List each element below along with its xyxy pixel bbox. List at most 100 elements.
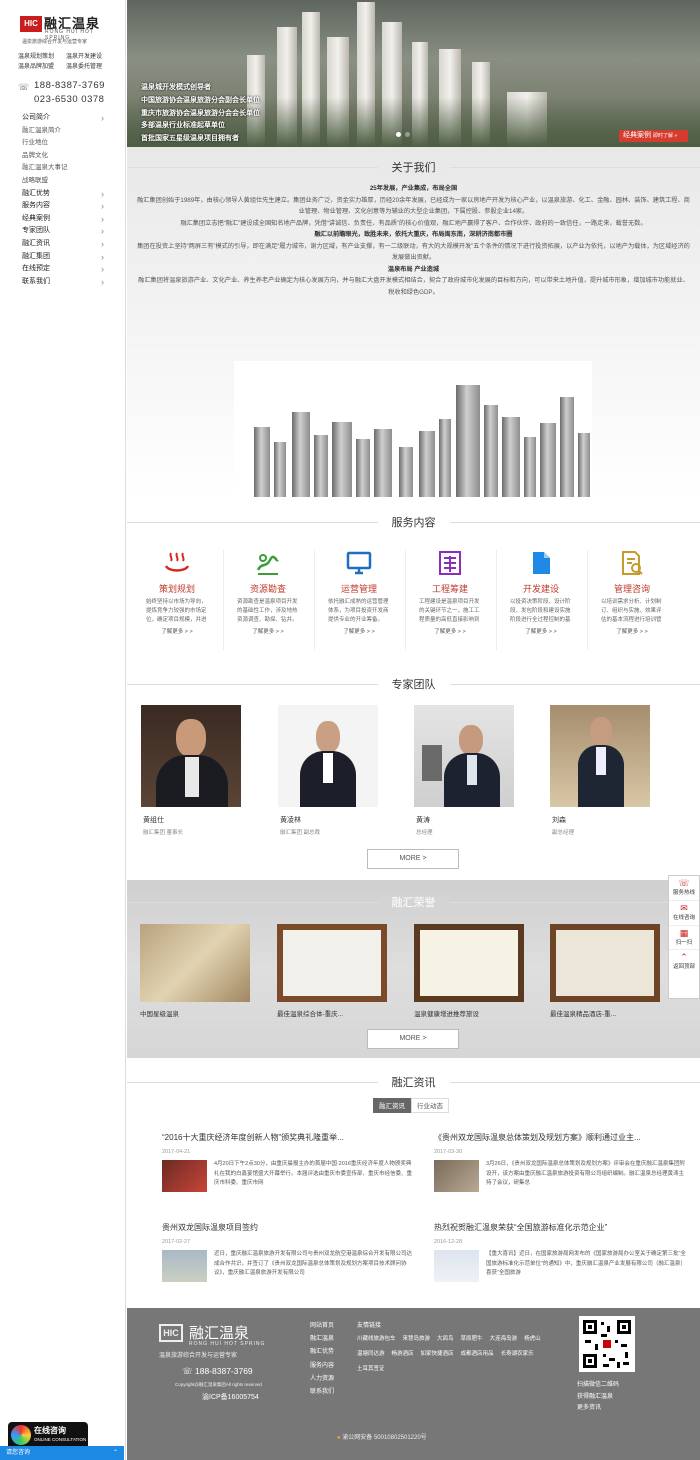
honor-plaque-image (414, 924, 524, 1002)
friend-link[interactable]: 畅游酒店 (392, 1347, 414, 1362)
honor-card[interactable]: 中国星级温泉 (140, 924, 250, 1018)
nav-item[interactable]: 融汇资讯 › (22, 238, 104, 251)
friend-link[interactable]: 草原肥牛 (461, 1332, 483, 1347)
footer-nav-link[interactable]: 人力资源 (310, 1373, 334, 1386)
footer-gongan[interactable]: ● 渝公网安备 50010802501220号 (337, 1432, 427, 1441)
honor-card[interactable]: 最佳温泉精品酒店-重... (550, 924, 660, 1018)
carousel-dot[interactable] (396, 132, 401, 137)
footer-icp[interactable]: 渝ICP备16005754 (202, 1392, 259, 1402)
service-card[interactable]: 资源勘查 资源勘查是温泉项目开发的基础性工作，涉及地热资源调查、勘探、钻井。 了解更… (233, 550, 303, 635)
service-link[interactable]: 温泉品牌加盟 (18, 62, 66, 72)
news-thumbnail[interactable] (434, 1160, 479, 1192)
news-item[interactable]: 热烈祝贺融汇温泉荣获“全国旅游标准化示范企业” 2016-12-28 【重大喜讯… (434, 1222, 689, 1282)
nav-item[interactable]: 融汇温泉大事记 (22, 162, 104, 175)
friend-link[interactable]: 土耳其签证 (357, 1362, 385, 1377)
nav-item[interactable]: 专家团队 › (22, 225, 104, 238)
hotline-button[interactable]: ☏ 服务热线 (669, 876, 699, 901)
nav-item[interactable]: 联系我们 › (22, 276, 104, 289)
service-title[interactable]: 工程筹建 (415, 582, 485, 595)
section-title: 关于我们 (377, 159, 450, 175)
footer-nav-link[interactable]: 融汇温泉 (310, 1333, 334, 1346)
nav-item[interactable]: 品牌文化 (22, 150, 104, 163)
scan-button[interactable]: ▦ 扫一扫 (669, 926, 699, 951)
footer-nav-link[interactable]: 服务内容 (310, 1360, 334, 1373)
honor-card[interactable]: 最佳温泉综合体-重庆... (277, 924, 387, 1018)
back-to-top-button[interactable]: ⌃ 返回顶部 (669, 950, 699, 975)
nav-item[interactable]: 在线预定 › (22, 263, 104, 276)
friend-link[interactable]: 如家快捷酒店 (421, 1347, 454, 1362)
footer-nav-link[interactable]: 融汇优势 (310, 1346, 334, 1359)
service-more-link[interactable]: 了解更多 > > (597, 627, 667, 635)
service-title[interactable]: 资源勘查 (233, 582, 303, 595)
friend-link[interactable]: 大连海岛游 (490, 1332, 518, 1347)
online-chat-widget[interactable]: 在线咨询 ONLINE CONSULTATION 请您咨询 ⌃ (0, 1420, 126, 1460)
expert-photo (550, 705, 650, 807)
news-title[interactable]: 《贵州双龙国际温泉总体策划及规划方案》顺利通过业主... (434, 1132, 689, 1143)
service-card[interactable]: 开发建设以投资决策阶段、设计阶段、发包阶段和建设实施阶段进行全过程控制的基本了解… (506, 550, 576, 635)
service-card[interactable]: 工程筹建工程建设是温泉项目开发的关键环节之一，施工工程质量的高低直接影响到了解更… (415, 550, 485, 635)
online-consult-button[interactable]: ✉ 在线咨询 (669, 901, 699, 926)
nav-item[interactable]: 行业地位 (22, 137, 104, 150)
friend-link[interactable]: 来慧岛旅游 (403, 1332, 431, 1347)
service-more-link[interactable]: 了解更多 > > (506, 627, 576, 635)
engineering-icon (437, 550, 463, 576)
friend-link[interactable]: 长寿湖农家乐 (501, 1347, 534, 1362)
honors-more-button[interactable]: MORE > (367, 1029, 459, 1049)
news-title[interactable]: 贵州双龙国际温泉项目签约 (162, 1222, 417, 1233)
expert-card[interactable]: 刘森 副总经理 (550, 705, 650, 836)
carousel-dot[interactable] (405, 132, 410, 137)
friend-link[interactable]: 川藏线旅游包车 (357, 1332, 396, 1347)
tab-rh-news[interactable]: 融汇资讯 (373, 1098, 411, 1113)
nav-item[interactable]: 融汇优势 › (22, 188, 104, 201)
news-thumbnail[interactable] (162, 1250, 207, 1282)
news-title[interactable]: “2016十大重庆经济年度创新人物”颁奖典礼隆重举... (162, 1132, 417, 1143)
news-thumbnail[interactable] (434, 1250, 479, 1282)
service-card[interactable]: 管理咨询以培训需求分析、计划制订、组织与实施、效果评估的基本流程进行培训管理了解… (597, 550, 667, 635)
service-card[interactable]: 运营管理 依托融汇成熟的运营管理体系，为项目投资开发商提供专业的开业筹备。 了解更多… (324, 550, 394, 635)
news-item[interactable]: “2016十大重庆经济年度创新人物”颁奖典礼隆重举... 2017-04-21 … (162, 1132, 417, 1192)
service-more-link[interactable]: 了解更多 > > (233, 627, 303, 635)
service-title[interactable]: 管理咨询 (597, 582, 667, 595)
service-title[interactable]: 策划规划 (142, 582, 212, 595)
expert-card[interactable]: 黄组仕 融汇集团 董事长 (141, 705, 241, 836)
case-button-label: 经典案例 (623, 132, 651, 139)
phone-number: 188-8387-3769 (34, 80, 105, 91)
service-more-link[interactable]: 了解更多 > > (415, 627, 485, 635)
chevron-up-icon: ⌃ (112, 1450, 118, 1456)
nav-item[interactable]: 融汇温泉简介 (22, 125, 104, 138)
friend-link[interactable]: 大鸽鸟 (437, 1332, 454, 1347)
friend-link[interactable]: 温塘同达游 (357, 1347, 385, 1362)
case-button[interactable]: 经典案例 即时了解 » (619, 130, 688, 142)
service-link[interactable]: 温泉委托管理 (66, 62, 114, 72)
nav-item[interactable]: 公司简介 › (22, 112, 104, 125)
news-title[interactable]: 热烈祝贺融汇温泉荣获“全国旅游标准化示范企业” (434, 1222, 689, 1233)
news-item[interactable]: 《贵州双龙国际温泉总体策划及规划方案》顺利通过业主... 2017-03-30 … (434, 1132, 689, 1192)
service-card[interactable]: 策划规划始终坚持以市场为导向，提炼竞争力较强的市场定位，确定项目规模，并进行规划… (142, 550, 212, 635)
service-link[interactable]: 温泉开发建设 (66, 52, 114, 62)
nav-item[interactable]: 战略联盟 (22, 175, 104, 188)
service-title[interactable]: 运营管理 (324, 582, 394, 595)
nav-item[interactable]: 经典案例 › (22, 213, 104, 226)
tab-industry[interactable]: 行业动态 (411, 1098, 449, 1113)
friend-link[interactable]: 杨虎山 (524, 1332, 541, 1347)
expert-card[interactable]: 黄涛 总经理 (414, 705, 514, 836)
friend-link[interactable]: 成都酒店用品 (461, 1347, 494, 1362)
hero-banner[interactable]: 温泉城开发模式创导者 中国旅游协会温泉旅游分会副会长单位 重庆市旅游协会温泉旅游… (127, 0, 700, 147)
footer-nav-link[interactable]: 联系我们 (310, 1386, 334, 1399)
news-thumbnail[interactable] (162, 1160, 207, 1192)
service-link[interactable]: 温泉规划策划 (18, 52, 66, 62)
honor-card[interactable]: 温泉健康增进推荐旅设 (414, 924, 524, 1018)
experts-more-button[interactable]: MORE > (367, 849, 459, 869)
chat-bar[interactable]: 请您咨询 ⌃ (0, 1446, 124, 1460)
footer-nav-link[interactable]: 网站首页 (310, 1320, 334, 1333)
footer-logo-en: RONG HUI HOT SPRING (189, 1341, 266, 1347)
nav-item[interactable]: 融汇集团 › (22, 251, 104, 264)
service-desc: 工程建设是温泉项目开发的关键环节之一，施工工程质量的高低直接影响到 (419, 599, 480, 623)
expert-card[interactable]: 黄凌林 融汇集团 副总裁 (278, 705, 378, 836)
service-title[interactable]: 开发建设 (506, 582, 576, 595)
service-more-link[interactable]: 了解更多 > > (324, 627, 394, 635)
nav-item[interactable]: 服务内容 › (22, 200, 104, 213)
service-more-link[interactable]: 了解更多 > > (142, 627, 212, 635)
news-item[interactable]: 贵州双龙国际温泉项目签约 2017-02-27 近日，重庆融汇温泉旅游开发有限公… (162, 1222, 417, 1282)
logo[interactable]: HIC 融汇温泉 RONG HUI HOT SPRING 温泉旅游综合开发与运营… (12, 10, 120, 46)
